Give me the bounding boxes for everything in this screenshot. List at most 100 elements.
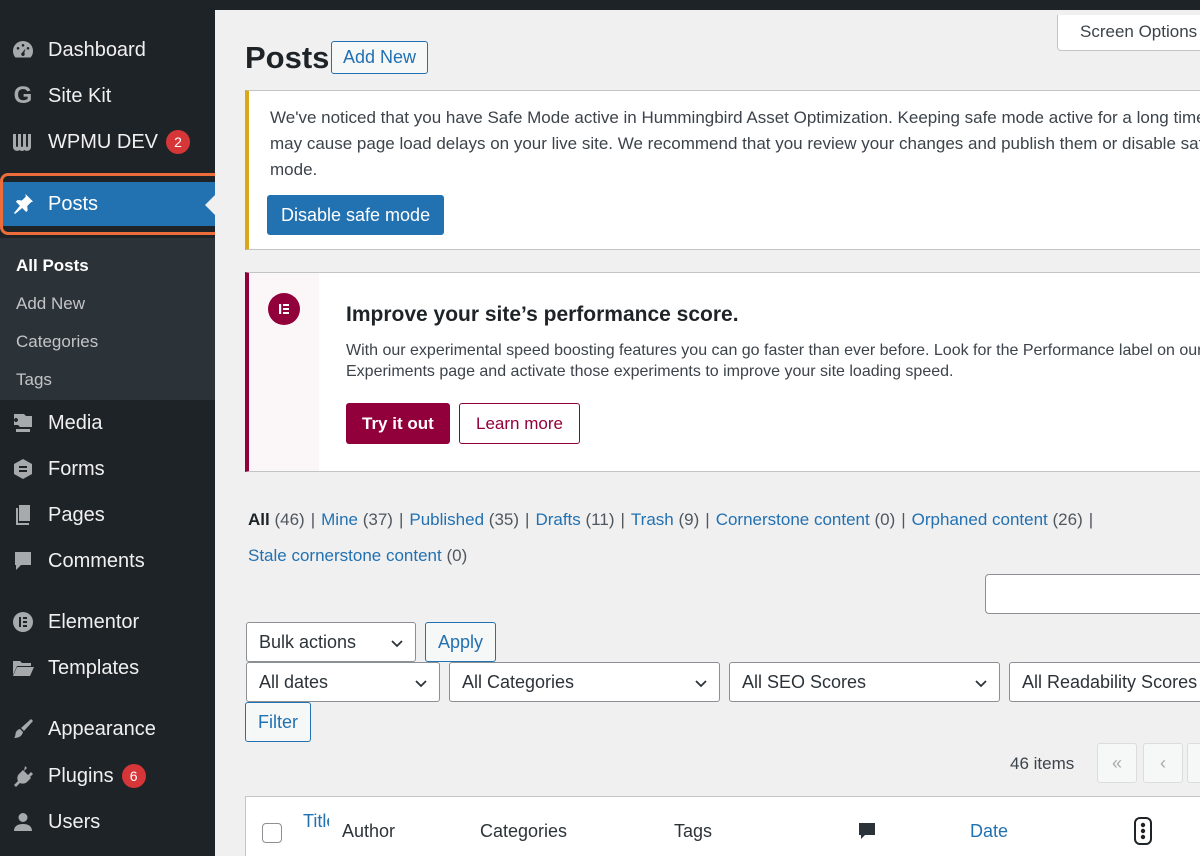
view-cornerstone[interactable]: Cornerstone content <box>716 510 870 529</box>
sidebar-item-label: Posts <box>48 192 99 215</box>
column-tags: Tags <box>674 821 713 841</box>
sidebar-item-label: Templates <box>48 656 140 679</box>
safe-mode-notice-text: We've noticed that you have Safe Mode ac… <box>270 108 1200 179</box>
view-mine[interactable]: Mine <box>321 510 358 529</box>
view-count: (26) <box>1052 510 1083 529</box>
sidebar-item-elementor[interactable]: Elementor <box>0 600 215 644</box>
category-filter-select[interactable]: All Categories <box>449 662 720 702</box>
view-trash[interactable]: Trash <box>631 510 674 529</box>
column-categories: Categories <box>480 821 568 841</box>
sidebar-item-forms[interactable]: Forms <box>0 447 215 491</box>
view-count: (35) <box>488 510 520 529</box>
sidebar-item-site-kit[interactable]: G Site Kit <box>0 74 215 118</box>
sidebar-item-plugins[interactable]: Plugins 6 <box>0 754 215 798</box>
learn-more-button[interactable]: Learn more <box>459 403 580 444</box>
prev-page-button[interactable]: ‹ <box>1143 743 1183 783</box>
folder-icon <box>10 655 36 681</box>
submenu-tags[interactable]: Tags <box>16 370 52 390</box>
apply-button[interactable]: Apply <box>425 622 497 662</box>
notice-icon-column <box>249 273 319 471</box>
wpmudev-icon <box>10 129 36 155</box>
sidebar-item-label: Comments <box>48 549 145 572</box>
posts-table-header: Title Author Categories Tags Date <box>245 796 1200 856</box>
notice-text: With our experimental speed boosting fea… <box>346 342 1200 380</box>
brush-icon <box>10 716 36 742</box>
bulk-actions-select[interactable]: Bulk actions <box>246 622 416 662</box>
submenu-all-posts[interactable]: All Posts <box>16 256 89 276</box>
sidebar-item-wpmu-dev[interactable]: WPMU DEV 2 <box>0 120 215 164</box>
view-stale-cornerstone[interactable]: Stale cornerstone content <box>248 546 442 565</box>
sidebar-item-dashboard[interactable]: Dashboard <box>0 28 215 72</box>
screen-options-button[interactable]: Screen Options <box>1057 15 1200 51</box>
view-all[interactable]: All <box>248 510 270 529</box>
chevron-down-icon <box>415 680 427 688</box>
current-menu-arrow <box>205 195 215 215</box>
chevron-down-icon <box>391 640 403 648</box>
view-count: (46) <box>274 510 305 529</box>
date-filter-select[interactable]: All dates <box>246 662 440 702</box>
comment-icon <box>10 548 36 574</box>
media-icon <box>10 410 36 436</box>
comments-column-icon[interactable] <box>857 821 877 841</box>
add-new-button[interactable]: Add New <box>331 41 429 74</box>
sidebar-item-label: Pages <box>48 503 105 526</box>
separator: | <box>398 510 404 529</box>
page-input[interactable] <box>1187 743 1200 783</box>
google-g-icon: G <box>13 82 33 109</box>
user-icon <box>10 809 36 835</box>
safe-mode-notice: We've noticed that you have Safe Mode ac… <box>245 90 1200 250</box>
admin-bar <box>0 0 1200 10</box>
items-count: 46 items <box>1010 754 1075 773</box>
view-count: (9) <box>678 510 700 529</box>
select-value: All Readability Scores <box>1022 671 1198 692</box>
select-value: All Categories <box>462 671 575 692</box>
forms-icon <box>10 456 36 482</box>
sidebar-item-label: Plugins <box>48 764 114 787</box>
elementor-logo-icon <box>268 293 300 325</box>
sidebar-item-label: Users <box>48 810 101 833</box>
disable-safe-mode-button[interactable]: Disable safe mode <box>267 195 445 235</box>
view-count: (11) <box>585 510 615 529</box>
main-content: Screen Options Posts Add New We've notic… <box>215 10 1200 856</box>
try-it-out-button[interactable]: Try it out <box>346 403 450 444</box>
seo-score-filter-select[interactable]: All SEO Scores <box>729 662 1000 702</box>
column-title[interactable]: Title <box>303 811 329 832</box>
notification-badge: 6 <box>121 764 146 788</box>
column-date[interactable]: Date <box>970 821 1008 842</box>
sidebar-item-users[interactable]: Users <box>0 800 215 844</box>
separator: | <box>901 510 906 529</box>
elementor-performance-notice: Improve your site’s performance score. W… <box>245 272 1200 472</box>
select-value: Bulk actions <box>259 631 357 652</box>
submenu-add-new[interactable]: Add New <box>16 294 85 314</box>
sidebar-item-appearance[interactable]: Appearance <box>0 707 215 751</box>
notice-title: Improve your site’s performance score. <box>346 303 739 326</box>
chevron-down-icon <box>975 680 987 688</box>
sidebar-item-label: Elementor <box>48 610 140 633</box>
sidebar-item-label: Appearance <box>48 717 156 740</box>
first-page-button[interactable]: « <box>1097 743 1137 783</box>
submenu-categories[interactable]: Categories <box>16 332 98 352</box>
view-orphaned[interactable]: Orphaned content <box>912 510 1048 529</box>
view-published[interactable]: Published <box>409 510 484 529</box>
chevron-down-icon <box>695 680 707 688</box>
admin-sidebar: Dashboard G Site Kit WPMU DEV 2 Posts Al… <box>0 10 215 856</box>
select-all-checkbox[interactable] <box>262 823 282 843</box>
separator: | <box>620 510 625 529</box>
view-count: (0) <box>874 510 896 529</box>
sidebar-item-media[interactable]: Media <box>0 401 215 445</box>
readability-filter-select[interactable]: All Readability Scores <box>1009 662 1200 702</box>
sidebar-item-label: WPMU DEV <box>48 130 158 153</box>
search-posts-input[interactable] <box>985 574 1200 614</box>
select-value: All dates <box>259 671 329 692</box>
sidebar-item-pages[interactable]: Pages <box>0 493 215 537</box>
view-drafts[interactable]: Drafts <box>535 510 580 529</box>
filter-button[interactable]: Filter <box>245 702 311 742</box>
column-author: Author <box>342 821 396 841</box>
sidebar-item-posts[interactable]: Posts <box>0 182 215 226</box>
pin-icon <box>10 191 36 217</box>
view-count: (37) <box>362 510 393 529</box>
sidebar-item-templates[interactable]: Templates <box>0 646 215 690</box>
dashboard-icon <box>10 37 36 63</box>
notification-badge: 2 <box>166 130 190 154</box>
sidebar-item-comments[interactable]: Comments <box>0 539 215 583</box>
